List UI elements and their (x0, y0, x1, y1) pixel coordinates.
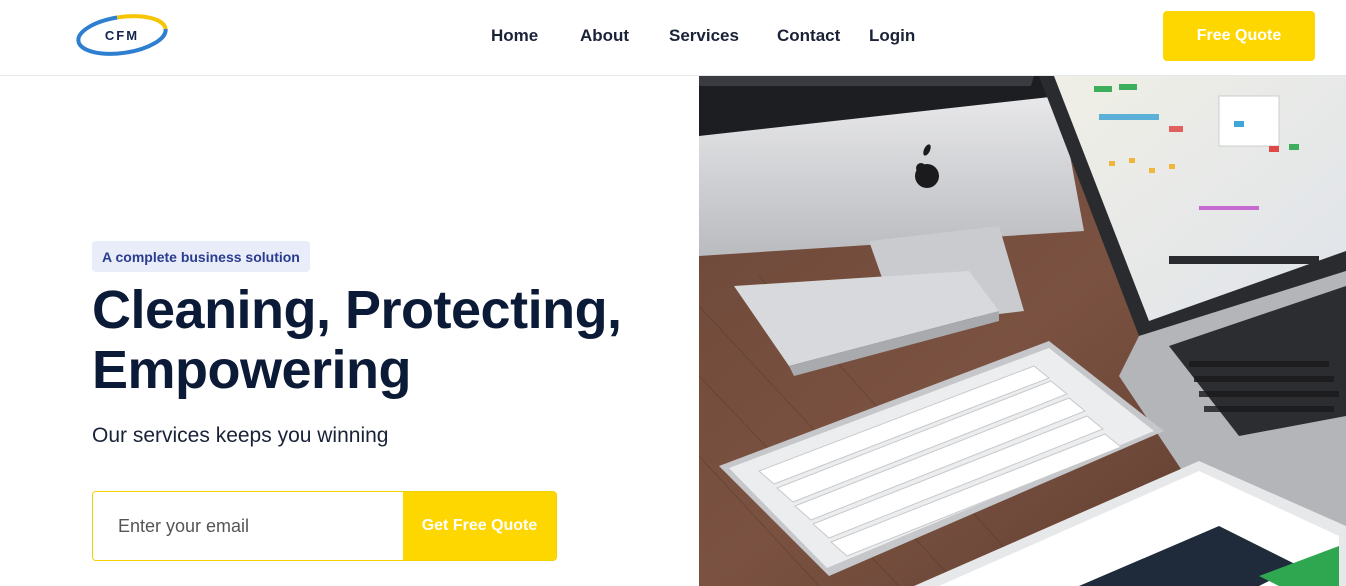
nav-home[interactable]: Home (491, 24, 538, 48)
hero-title: Cleaning, Protecting, Empowering (92, 280, 652, 400)
nav-about[interactable]: About (580, 24, 629, 48)
hero-image (699, 76, 1346, 586)
site-header: CFM Home About Services Contact Login Fr… (0, 0, 1346, 76)
nav-services[interactable]: Services (669, 24, 739, 48)
hero-title-line2: Empowering (92, 340, 412, 400)
logo-graphic: CFM (76, 14, 168, 56)
free-quote-button[interactable]: Free Quote (1163, 11, 1315, 61)
quote-form: Get Free Quote (92, 491, 557, 561)
nav-login[interactable]: Login (869, 24, 915, 48)
hero-title-line1: Cleaning, Protecting, (92, 280, 622, 340)
workspace-illustration (699, 76, 1346, 586)
nav-contact[interactable]: Contact (777, 24, 840, 48)
hero-subtitle: Our services keeps you winning (92, 424, 389, 447)
svg-text:CFM: CFM (105, 28, 139, 43)
cfm-logo[interactable]: CFM (74, 12, 170, 58)
get-free-quote-button[interactable]: Get Free Quote (403, 492, 556, 560)
email-input[interactable] (93, 492, 403, 560)
hero-badge: A complete business solution (92, 241, 310, 272)
